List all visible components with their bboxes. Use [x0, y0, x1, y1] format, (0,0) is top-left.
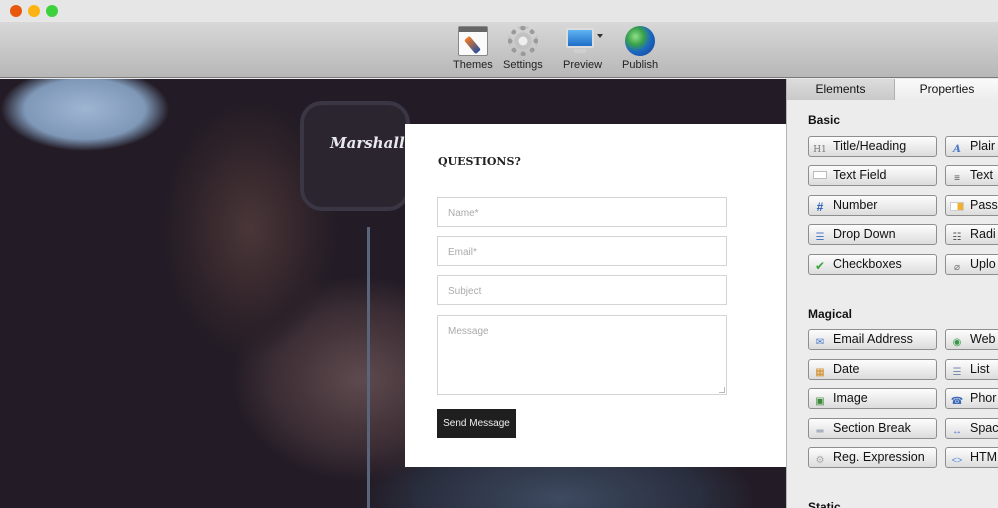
element-label: Date — [833, 362, 860, 376]
element-paragraph-text-button[interactable]: ≡ Text — [945, 165, 998, 186]
resize-handle-icon[interactable] — [719, 387, 725, 393]
element-label: Image — [833, 391, 868, 405]
email-field[interactable]: Email* — [437, 236, 727, 266]
element-label: List — [970, 362, 990, 376]
element-html-button[interactable]: <> HTM — [945, 447, 998, 468]
minimize-window-button[interactable] — [28, 5, 40, 17]
send-message-button[interactable]: Send Message — [437, 409, 516, 438]
contact-form: QUESTIONS? Name* Email* Subject Message … — [405, 124, 786, 467]
settings-label: Settings — [503, 59, 543, 71]
name-field[interactable]: Name* — [437, 197, 727, 227]
maximize-window-button[interactable] — [46, 5, 58, 17]
element-label: Reg. Expression — [833, 450, 925, 464]
paperclip-icon: ⌀ — [953, 262, 961, 273]
web-globe-icon: ◉ — [952, 337, 962, 348]
spacer-icon: ↔ — [952, 426, 962, 437]
globe-icon — [625, 26, 656, 56]
themes-icon — [457, 26, 488, 56]
publish-button[interactable]: Publish — [622, 26, 658, 71]
tab-elements[interactable]: Elements — [787, 79, 895, 100]
themes-button[interactable]: Themes — [453, 26, 493, 71]
element-label: Number — [833, 198, 878, 212]
text-field-icon — [813, 171, 827, 179]
regex-gear-icon: ⚙ — [815, 455, 825, 466]
preview-button[interactable]: Preview — [563, 26, 603, 71]
element-label: Drop Down — [833, 227, 896, 241]
subject-field[interactable]: Subject — [437, 275, 727, 305]
window-titlebar — [0, 0, 998, 22]
publish-label: Publish — [622, 59, 659, 71]
envelope-icon: ✉ — [815, 337, 825, 348]
image-icon: ▣ — [815, 396, 825, 407]
element-image-button[interactable]: ▣ Image — [808, 388, 937, 409]
element-text-field-button[interactable]: Text Field — [808, 165, 937, 186]
element-label: Phor — [970, 391, 997, 405]
message-textarea[interactable]: Message — [437, 315, 727, 395]
element-password-button[interactable]: Pass — [945, 195, 998, 216]
phone-icon: ☎ — [950, 396, 964, 407]
element-label: Text — [970, 168, 993, 182]
hash-icon: # — [816, 200, 824, 214]
element-label: Web — [970, 332, 996, 346]
tab-properties[interactable]: Properties — [895, 79, 998, 100]
element-label: Spac — [970, 421, 998, 435]
calendar-icon: ▦ — [815, 367, 825, 378]
element-label: Plair — [970, 139, 996, 153]
element-radio-button[interactable]: ☷ Radi — [945, 224, 998, 245]
element-label: Section Break — [833, 421, 911, 435]
settings-button[interactable]: Settings — [503, 26, 543, 71]
element-checkboxes-button[interactable]: ✔ Checkboxes — [808, 254, 937, 275]
radio-list-icon: ☷ — [952, 232, 962, 243]
panel-tabs: Elements Properties — [787, 79, 998, 100]
element-date-button[interactable]: ▦ Date — [808, 359, 937, 380]
element-label: Pass — [970, 198, 998, 212]
element-section-break-button[interactable]: ═ Section Break — [808, 418, 937, 439]
element-list-button[interactable]: ☰ List — [945, 359, 998, 380]
themes-label: Themes — [453, 59, 493, 71]
section-title-static: Static — [808, 500, 841, 508]
elements-panel: Elements Properties Basic H1 Title/Headin… — [786, 79, 998, 508]
element-label: Email Address — [833, 332, 913, 346]
close-window-button[interactable] — [10, 5, 22, 17]
message-placeholder: Message — [448, 326, 489, 337]
element-label: HTM — [970, 450, 998, 464]
preview-label: Preview — [563, 59, 603, 71]
html-code-icon: <> — [951, 455, 963, 465]
element-drop-down-button[interactable]: ☰ Drop Down — [808, 224, 937, 245]
element-reg-expression-button[interactable]: ⚙ Reg. Expression — [808, 447, 937, 468]
heading-icon: H1 — [813, 145, 827, 155]
plain-text-icon: A — [953, 144, 961, 155]
element-spacer-button[interactable]: ↔ Spac — [945, 418, 998, 439]
element-label: Checkboxes — [833, 257, 902, 271]
monitor-icon — [565, 26, 603, 56]
section-title-magical: Magical — [808, 307, 853, 321]
dropdown-icon: ☰ — [815, 232, 825, 243]
paragraph-icon: ≡ — [954, 173, 960, 184]
gear-icon — [507, 26, 538, 56]
background-photo-brand: Marshall — [330, 134, 405, 152]
element-label: Text Field — [833, 168, 887, 182]
toolbar: Themes Settings Preview Publish — [0, 22, 998, 78]
section-break-icon: ═ — [816, 426, 824, 437]
form-title: QUESTIONS? — [438, 155, 521, 168]
element-label: Radi — [970, 227, 996, 241]
element-upload-button[interactable]: ⌀ Uplo — [945, 254, 998, 275]
background-photo-cable — [367, 227, 370, 508]
chevron-down-icon[interactable] — [596, 34, 603, 38]
background-photo-headphone — [300, 101, 410, 211]
password-key-icon — [950, 202, 964, 211]
element-phone-button[interactable]: ☎ Phor — [945, 388, 998, 409]
element-label: Uplo — [970, 257, 996, 271]
form-preview-canvas: Marshall QUESTIONS? Name* Email* Subject… — [0, 79, 786, 508]
element-website-button[interactable]: ◉ Web — [945, 329, 998, 350]
element-plain-text-button[interactable]: A Plair — [945, 136, 998, 157]
element-email-address-button[interactable]: ✉ Email Address — [808, 329, 937, 350]
element-number-button[interactable]: # Number — [808, 195, 937, 216]
element-title-heading-button[interactable]: H1 Title/Heading — [808, 136, 937, 157]
list-icon: ☰ — [952, 367, 962, 378]
section-title-basic: Basic — [808, 113, 841, 127]
element-label: Title/Heading — [833, 139, 907, 153]
checkmark-icon: ✔ — [814, 259, 826, 273]
